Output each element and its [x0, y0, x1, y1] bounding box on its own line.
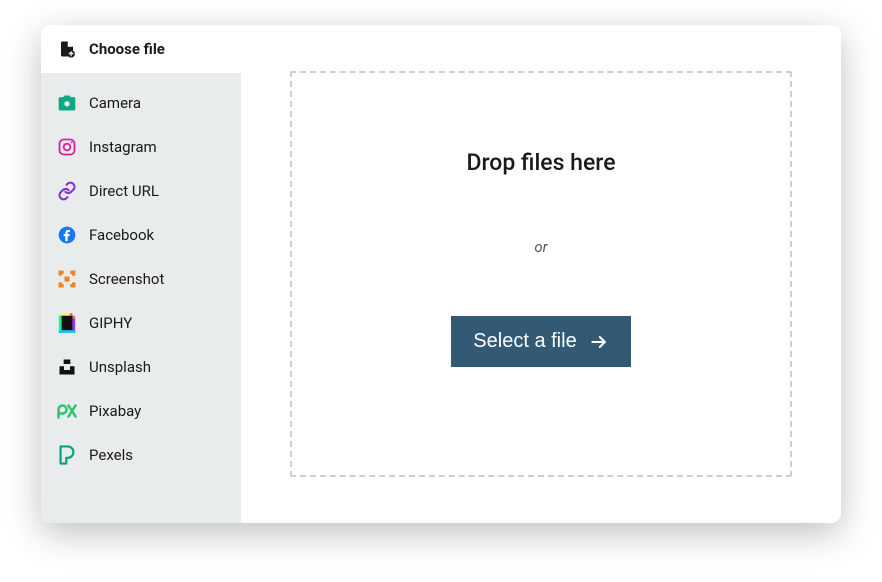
- giphy-icon: [57, 313, 77, 333]
- dropzone-or: or: [534, 238, 547, 256]
- source-label: Facebook: [89, 226, 154, 244]
- unsplash-icon: [57, 357, 77, 377]
- source-facebook[interactable]: Facebook: [41, 213, 241, 257]
- pexels-icon: [57, 445, 77, 465]
- source-label: Pixabay: [89, 402, 141, 420]
- source-list: Camera Instagram: [41, 73, 241, 523]
- source-label: Camera: [89, 94, 141, 112]
- source-label: Unsplash: [89, 358, 151, 376]
- source-label: Pexels: [89, 446, 133, 464]
- link-icon: [57, 181, 77, 201]
- source-instagram[interactable]: Instagram: [41, 125, 241, 169]
- dropzone-title: Drop files here: [466, 149, 615, 176]
- source-direct-url[interactable]: Direct URL: [41, 169, 241, 213]
- select-file-label: Select a file: [473, 330, 576, 353]
- source-giphy[interactable]: GIPHY: [41, 301, 241, 345]
- facebook-icon: [57, 225, 77, 245]
- sidebar-header: Choose file: [41, 25, 241, 73]
- source-unsplash[interactable]: Unsplash: [41, 345, 241, 389]
- source-pexels[interactable]: Pexels: [41, 433, 241, 477]
- source-screenshot[interactable]: Screenshot: [41, 257, 241, 301]
- sidebar: Choose file Camera: [41, 25, 241, 523]
- file-picker-modal: Choose file Camera: [41, 25, 841, 523]
- source-camera[interactable]: Camera: [41, 81, 241, 125]
- instagram-icon: [57, 137, 77, 157]
- dropzone[interactable]: Drop files here or Select a file: [290, 71, 792, 477]
- arrow-right-icon: [589, 332, 609, 352]
- source-label: Instagram: [89, 138, 157, 156]
- source-pixabay[interactable]: Pixabay: [41, 389, 241, 433]
- source-label: Direct URL: [89, 182, 159, 200]
- select-file-button[interactable]: Select a file: [451, 316, 630, 367]
- source-label: Screenshot: [89, 270, 164, 288]
- pixabay-icon: [57, 401, 77, 421]
- screenshot-icon: [57, 269, 77, 289]
- main-panel: Drop files here or Select a file: [241, 25, 841, 523]
- file-upload-icon: [57, 39, 77, 59]
- sidebar-title: Choose file: [89, 40, 165, 58]
- camera-icon: [57, 93, 77, 113]
- source-label: GIPHY: [89, 314, 132, 332]
